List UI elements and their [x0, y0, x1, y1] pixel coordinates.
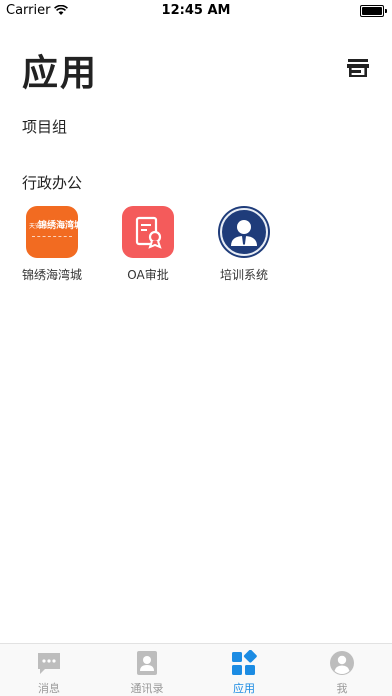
app-name: OA审批 — [127, 268, 169, 282]
status-bar: Carrier 12:45 AM — [0, 0, 392, 22]
status-time: 12:45 AM — [161, 3, 231, 18]
training-avatar-icon — [218, 206, 270, 258]
message-icon — [38, 653, 60, 674]
app-name: 锦绣海湾城 — [21, 268, 82, 282]
profile-icon — [330, 651, 354, 675]
store-icon[interactable] — [347, 58, 369, 78]
app-oa-approval[interactable]: OA审批 — [108, 206, 188, 283]
tab-contacts[interactable]: 通讯录 — [117, 650, 177, 696]
jinxiu-logo-icon: 天安 锦绣海湾城 — [26, 206, 78, 258]
tab-label: 消息 — [38, 682, 60, 695]
app-training[interactable]: 培训系统 — [204, 206, 284, 283]
tab-label: 我 — [336, 682, 348, 695]
app-name: 培训系统 — [219, 268, 268, 282]
oa-approval-icon — [122, 206, 174, 258]
page-title: 应用 — [22, 53, 99, 94]
admin-section-label: 行政办公 — [22, 174, 83, 192]
tab-label: 通讯录 — [130, 682, 164, 695]
logo-text: 锦绣海湾城 — [38, 221, 78, 231]
contacts-icon — [137, 651, 157, 675]
tab-messages[interactable]: 消息 — [19, 650, 79, 696]
app-jinxiu[interactable]: 天安 锦绣海湾城 锦绣海湾城 — [12, 206, 92, 283]
battery-icon — [360, 5, 387, 17]
tab-apps[interactable]: 应用 — [214, 650, 274, 696]
tab-bar: 消息 通讯录 应用 我 — [0, 643, 392, 696]
tab-label: 应用 — [233, 682, 255, 695]
apps-icon — [232, 650, 257, 675]
project-group-label: 项目组 — [22, 118, 68, 136]
tab-profile[interactable]: 我 — [312, 650, 372, 696]
